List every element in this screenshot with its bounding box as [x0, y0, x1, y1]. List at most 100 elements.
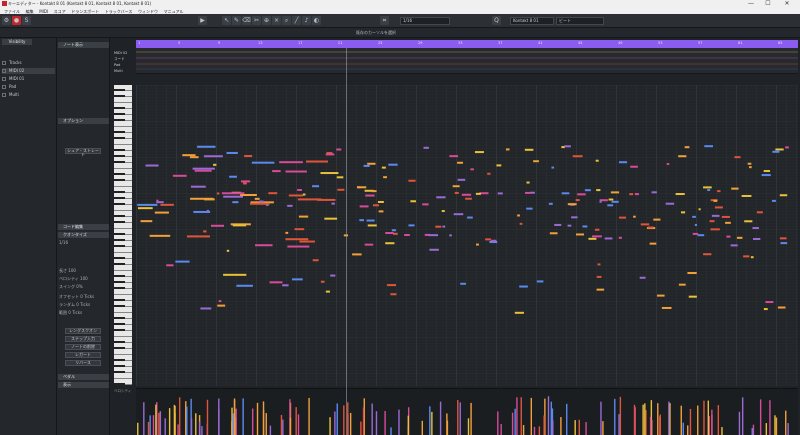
visibility-tab[interactable]: Visibility	[2, 39, 32, 45]
midi-note	[331, 202, 335, 205]
midi-note	[680, 211, 686, 214]
solo-icon[interactable]: S	[22, 16, 31, 25]
inspector-section[interactable]: ペダル	[58, 374, 109, 380]
color-icon[interactable]: ◐	[312, 16, 321, 25]
zoom-icon[interactable]: ⌕	[282, 16, 291, 25]
project-cursor[interactable]	[346, 48, 347, 435]
pencil-icon[interactable]: ✎	[232, 16, 241, 25]
play-icon[interactable]: ▶	[198, 16, 207, 25]
note-grid[interactable]	[136, 85, 798, 386]
midi-note	[713, 199, 718, 202]
midi-note	[364, 243, 374, 246]
close-button[interactable]: ✕	[780, 0, 794, 8]
velocity-bar	[657, 403, 659, 435]
value-row[interactable]: ベロシティ 100	[59, 276, 108, 282]
snap-icon[interactable]: ⌗	[380, 16, 389, 25]
line-icon[interactable]: ╱	[292, 16, 301, 25]
midi-note	[771, 199, 776, 202]
piano-keyboard[interactable]	[114, 85, 132, 386]
midi-note	[378, 210, 384, 213]
midi-note	[731, 187, 739, 190]
glue-icon[interactable]: ⊕	[262, 16, 271, 25]
velocity-bar	[741, 397, 744, 435]
minimize-button[interactable]: —	[744, 0, 758, 8]
midi-note	[436, 196, 446, 199]
midi-note	[226, 249, 230, 252]
velocity-bar	[336, 403, 338, 435]
midi-note	[218, 300, 222, 303]
value-row[interactable]: スイング 0%	[59, 284, 108, 290]
midi-note	[137, 207, 153, 210]
inspector-section[interactable]: クオンタイズ	[58, 232, 109, 238]
velocity-bar	[158, 412, 160, 435]
quantize-icon[interactable]: Q	[492, 16, 501, 25]
instrument-field[interactable]: Kontakt 8 01	[510, 17, 554, 25]
value-row[interactable]: オフセット 0 Ticks	[59, 294, 108, 300]
midi-note	[599, 200, 602, 203]
visibility-row[interactable]: MIDI 02	[2, 68, 55, 74]
ruler[interactable]: 1 5 9 13 17 21 25 29 33 37 41 45 49 53 57 61 65	[136, 40, 798, 48]
inspector-section[interactable]: 表示	[58, 382, 109, 388]
checkbox[interactable]	[2, 69, 6, 73]
midi-note	[387, 284, 397, 287]
inspector-button[interactable]: レングスクオン	[65, 328, 101, 334]
eraser-icon[interactable]: ⌫	[242, 16, 251, 25]
audition-icon[interactable]: ♪	[302, 16, 311, 25]
velocity-bar	[280, 414, 283, 435]
midi-note	[377, 200, 384, 203]
midi-note	[294, 228, 305, 231]
value-row[interactable]: 範囲 0 Ticks	[59, 310, 108, 316]
velocity-lane[interactable]	[136, 388, 798, 435]
value-row[interactable]: ランダム 0 Ticks	[59, 302, 108, 308]
midi-note	[175, 260, 190, 263]
inspector-button[interactable]: ステップ入力	[65, 336, 101, 342]
velocity-bar	[457, 400, 459, 435]
value-row[interactable]: 長さ 100	[59, 268, 108, 274]
inspector-button[interactable]: シュア・ストレート	[65, 148, 101, 157]
mute-icon[interactable]: ×	[272, 16, 281, 25]
velocity-bar	[178, 397, 181, 435]
checkbox[interactable]	[2, 77, 6, 81]
velocity-bar	[308, 397, 310, 435]
visibility-row[interactable]: Pad	[2, 84, 55, 90]
velocity-bar	[289, 417, 292, 435]
inspector-button[interactable]: リバース	[65, 360, 101, 366]
inspector-button[interactable]: レガート	[65, 352, 101, 358]
menu-midi[interactable]: MIDI	[39, 9, 48, 14]
midi-note	[572, 155, 583, 158]
velocity-bar	[511, 412, 514, 435]
pointer-icon[interactable]: ↖	[222, 16, 231, 25]
velocity-bar	[717, 405, 720, 435]
inspector-section[interactable]: オプション	[58, 118, 109, 124]
grid-beat	[696, 85, 697, 386]
quantize-field[interactable]: 1/16	[400, 17, 450, 25]
velocity-bar	[633, 404, 636, 435]
scissors-icon[interactable]: ✂	[252, 16, 261, 25]
chord-track[interactable]	[136, 48, 798, 74]
midi-note	[186, 235, 210, 238]
visibility-row[interactable]: Tracks	[2, 60, 55, 66]
visibility-row[interactable]: Multi	[2, 92, 55, 98]
velocity-bar	[552, 420, 554, 435]
velocity-bar	[446, 413, 448, 435]
checkbox[interactable]	[2, 93, 6, 97]
midi-note	[232, 224, 247, 227]
checkbox[interactable]	[2, 85, 6, 89]
visibility-row[interactable]: MIDI 01	[2, 76, 55, 82]
checkbox[interactable]	[2, 61, 6, 65]
quantize-row[interactable]: 1/16	[59, 240, 108, 246]
midi-note	[765, 301, 774, 304]
record-icon[interactable]: ●	[12, 16, 21, 25]
velocity-bar	[375, 411, 378, 435]
inspector-section[interactable]: コード編集	[58, 224, 109, 230]
white-key	[114, 265, 132, 271]
midi-note	[629, 193, 634, 196]
midi-note	[711, 214, 720, 217]
inspector-button[interactable]: ノートの削除	[65, 344, 101, 350]
inspector-section[interactable]: ノート表示	[58, 42, 109, 48]
snap-field[interactable]: ビート	[556, 17, 604, 25]
settings-icon[interactable]: ⚙	[2, 16, 11, 25]
maximize-button[interactable]: ☐	[761, 0, 775, 8]
midi-note	[611, 200, 619, 203]
midi-note	[154, 211, 169, 214]
